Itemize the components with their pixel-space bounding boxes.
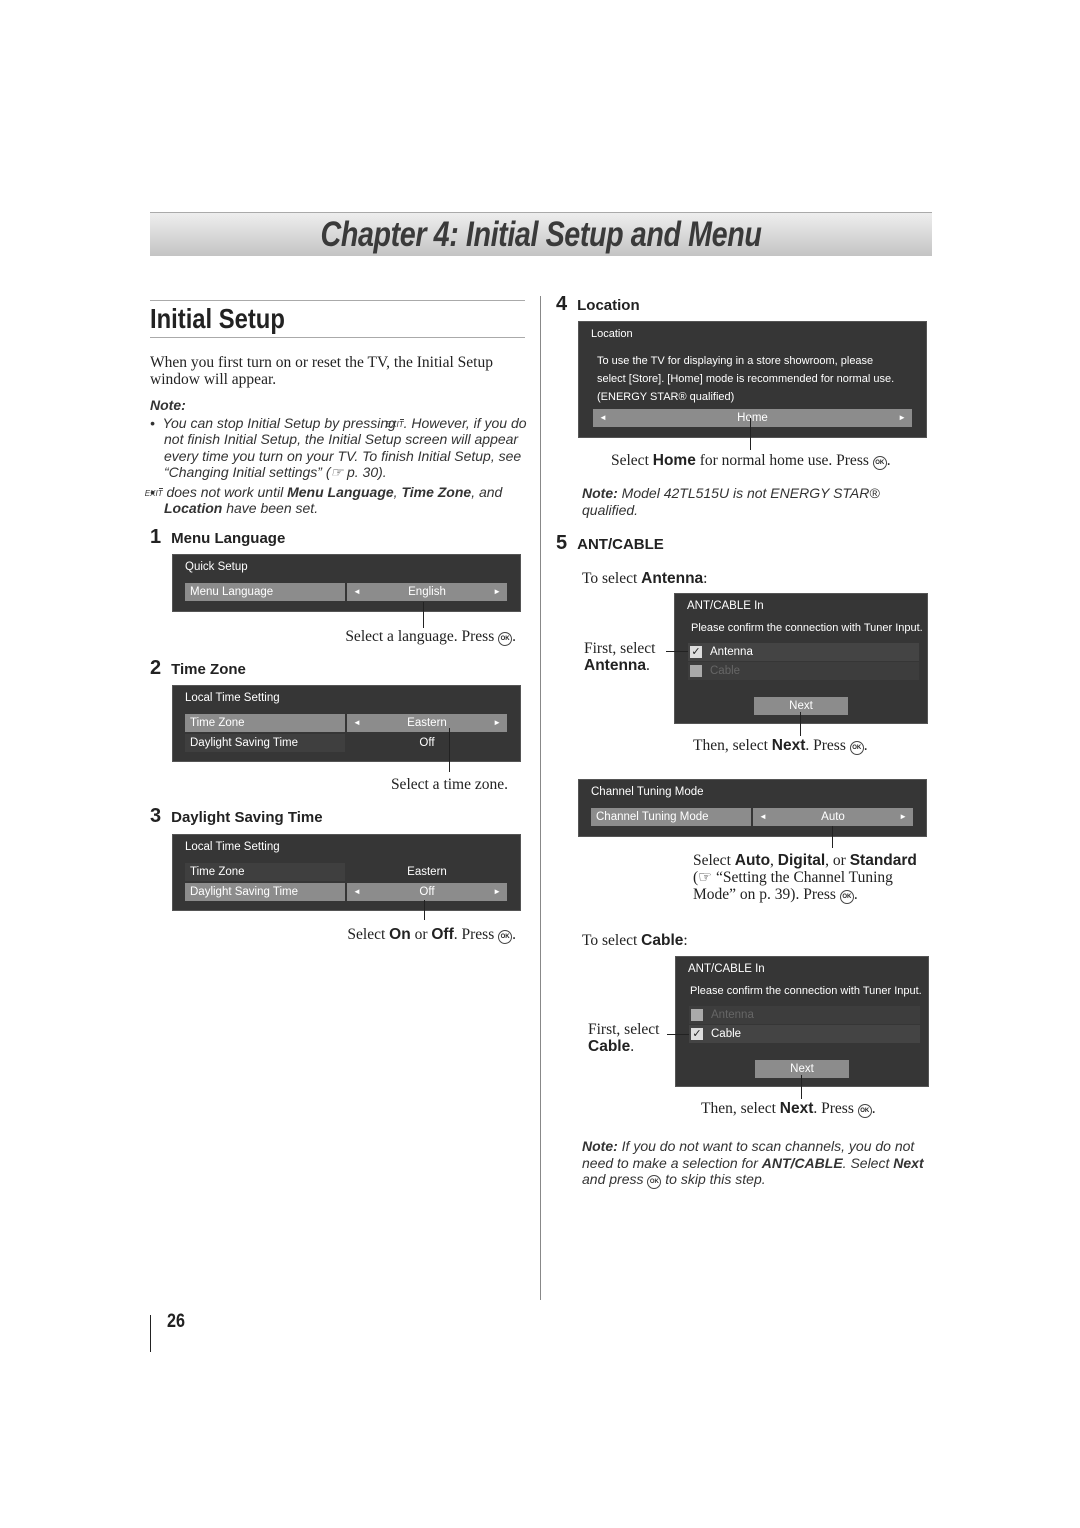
location-selector[interactable]: ◄ Home ►: [593, 409, 912, 427]
checkbox-checked-icon: ✓: [690, 646, 702, 658]
cable-option[interactable]: Cable: [688, 662, 919, 680]
ok-button-icon: OK: [839, 890, 854, 904]
step-2-caption: Select a time zone.: [390, 776, 508, 793]
antenna-intro: To select Antenna:: [582, 570, 708, 587]
antenna-option[interactable]: Antenna: [689, 1006, 920, 1024]
channel-tuning-screen: Channel Tuning Mode Channel Tuning Mode …: [578, 779, 927, 837]
ant-cable-screen-cable: ANT/CABLE In Please confirm the connecti…: [675, 956, 929, 1087]
section-title: Initial Setup: [150, 300, 525, 338]
antenna-side-caption: First, select Antenna.: [584, 640, 656, 674]
arrow-left-icon: ◄: [353, 587, 361, 596]
menu-language-selector[interactable]: ◄ English ►: [347, 583, 507, 601]
cable-option[interactable]: ✓ Cable: [689, 1025, 920, 1043]
ok-button-icon: OK: [647, 1175, 662, 1189]
antenna-caption: Then, select Next. Press OK.: [693, 737, 868, 755]
energy-star-note: Note: Model 42TL515U is not ENERGY STAR®…: [582, 485, 880, 518]
ok-button-icon: OK: [498, 632, 513, 646]
dst-selector[interactable]: ◄ Off ►: [347, 883, 507, 901]
note-block: Note: • You can stop Initial Setup by pr…: [144, 397, 528, 517]
page-marker: [150, 1315, 151, 1352]
ok-button-icon: OK: [857, 1104, 872, 1118]
arrow-left-icon: ◄: [353, 718, 361, 727]
location-screen: Location To use the TV for displaying in…: [578, 321, 927, 438]
time-zone-row[interactable]: Time Zone: [185, 714, 345, 732]
column-divider: [540, 296, 541, 1300]
dst-screen: Local Time Setting Time Zone Eastern Day…: [172, 834, 521, 911]
reference-icon: ☞: [330, 464, 344, 480]
channel-tuning-row[interactable]: Channel Tuning Mode: [591, 808, 751, 826]
arrow-right-icon: ►: [898, 413, 906, 422]
dst-row[interactable]: Daylight Saving Time: [185, 883, 345, 901]
note-bullet-1: • You can stop Initial Setup by pressing…: [150, 414, 527, 481]
arrow-right-icon: ►: [493, 887, 501, 896]
step-1-caption: Select a language. Press OK.: [345, 628, 516, 646]
time-zone-selector[interactable]: ◄ Eastern ►: [347, 714, 507, 732]
note-label: Note:: [150, 397, 186, 413]
step-2-heading: 2 Time Zone: [150, 657, 246, 679]
time-zone-row[interactable]: Time Zone: [185, 863, 345, 881]
next-button[interactable]: Next: [754, 697, 848, 715]
chapter-title: Chapter 4: Initial Setup and Menu: [320, 215, 762, 254]
ant-cable-screen-antenna: ANT/CABLE In Please confirm the connecti…: [674, 593, 928, 724]
step-4-heading: 4 Location: [556, 293, 640, 315]
checkbox-checked-icon: ✓: [691, 1028, 703, 1040]
tuning-caption: Select Auto, Digital, or Standard (☞ “Se…: [693, 852, 917, 904]
arrow-right-icon: ►: [899, 812, 907, 821]
antenna-option[interactable]: ✓ Antenna: [688, 643, 919, 661]
checkbox-unchecked-icon: [690, 665, 702, 677]
ok-button-icon: OK: [498, 930, 513, 944]
cable-caption: Then, select Next. Press OK.: [701, 1100, 876, 1118]
step-1-heading: 1 Menu Language: [150, 526, 286, 548]
cable-side-caption: First, select Cable.: [588, 1021, 660, 1055]
step-3-caption: Select On or Off. Press OK.: [347, 926, 516, 944]
quick-setup-screen: Quick Setup Menu Language ◄ English ►: [172, 554, 521, 612]
step-5-heading: 5 ANT/CABLE: [556, 532, 664, 554]
arrow-right-icon: ►: [493, 718, 501, 727]
arrow-right-icon: ►: [493, 587, 501, 596]
next-button[interactable]: Next: [755, 1060, 849, 1078]
menu-language-row[interactable]: Menu Language: [185, 583, 345, 601]
arrow-left-icon: ◄: [759, 812, 767, 821]
reference-icon: ☞: [698, 869, 713, 886]
dst-row[interactable]: Daylight Saving Time: [185, 734, 345, 752]
local-time-screen: Local Time Setting Time Zone ◄ Eastern ► D…: [172, 685, 521, 762]
page-number: 26: [167, 1311, 185, 1332]
time-zone-value[interactable]: Eastern: [347, 863, 507, 881]
checkbox-unchecked-icon: [691, 1009, 703, 1021]
intro-text: When you first turn on or reset the TV, …: [150, 354, 493, 388]
scan-note: Note: If you do not want to scan channel…: [582, 1138, 924, 1189]
chapter-header: Chapter 4: Initial Setup and Menu: [150, 212, 932, 256]
dst-value[interactable]: Off: [347, 734, 507, 752]
arrow-left-icon: ◄: [599, 413, 607, 422]
ok-button-icon: OK: [872, 456, 887, 470]
step-4-caption: Select Home for normal home use. Press O…: [611, 452, 891, 470]
arrow-left-icon: ◄: [353, 887, 361, 896]
ok-button-icon: OK: [849, 741, 864, 755]
note-bullet-2: • EXIT does not work until Menu Language…: [144, 483, 503, 517]
cable-intro: To select Cable:: [582, 932, 688, 949]
step-3-heading: 3 Daylight Saving Time: [150, 805, 323, 827]
channel-tuning-selector[interactable]: ◄ Auto ►: [753, 808, 913, 826]
